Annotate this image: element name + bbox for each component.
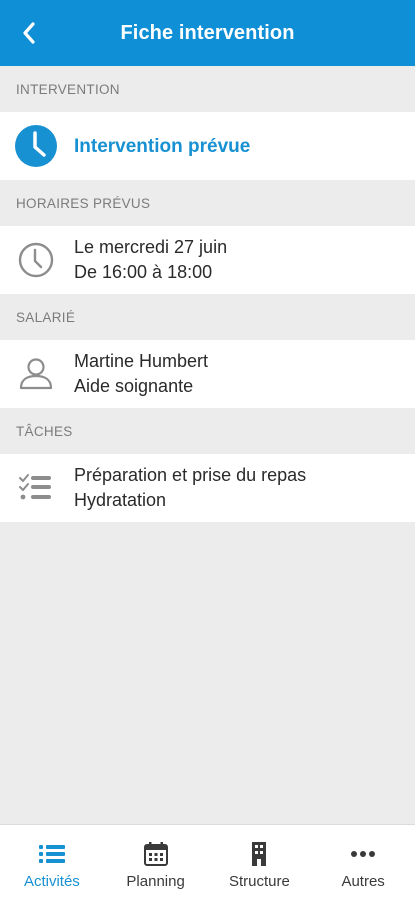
employee-role: Aide soignante [74, 376, 194, 396]
schedule-row: Le mercredi 27 juin De 16:00 à 18:00 [0, 226, 415, 294]
tasks-row: Préparation et prise du repas Hydratatio… [0, 454, 415, 522]
intervention-status-row: Intervention prévue [0, 112, 415, 180]
clock-outline-icon [14, 238, 58, 282]
chevron-left-icon [23, 22, 35, 44]
section-label-horaires: HORAIRES PRÉVUS [0, 180, 415, 226]
schedule-text: Le mercredi 27 juin De 16:00 à 18:00 [74, 235, 227, 285]
list-icon [38, 841, 65, 867]
employee-row: Martine Humbert Aide soignante [0, 340, 415, 408]
clock-filled-icon [14, 124, 58, 168]
task-item: Préparation et prise du repas [74, 465, 307, 485]
bottom-tab-bar: Activités Planning Structure Autres [0, 824, 415, 900]
building-icon [250, 841, 268, 867]
schedule-time: De 16:00 à 18:00 [74, 262, 213, 282]
calendar-icon [143, 841, 168, 867]
tab-planning[interactable]: Planning [104, 825, 208, 900]
section-label-intervention: INTERVENTION [0, 66, 415, 112]
employee-name: Martine Humbert [74, 351, 209, 371]
page-title: Fiche intervention [120, 21, 295, 44]
task-item: Hydratation [74, 490, 167, 510]
tab-label: Structure [228, 873, 290, 890]
top-bar: Fiche intervention [0, 0, 415, 66]
more-icon [350, 841, 376, 867]
tab-label: Activités [23, 873, 80, 890]
tab-autres[interactable]: Autres [311, 825, 415, 900]
tab-activites[interactable]: Activités [0, 825, 104, 900]
schedule-date: Le mercredi 27 juin [74, 237, 228, 257]
checklist-icon [14, 466, 58, 510]
tasks-text: Préparation et prise du repas Hydratatio… [74, 463, 306, 513]
employee-text: Martine Humbert Aide soignante [74, 349, 208, 399]
section-label-taches: TÂCHES [0, 408, 415, 454]
user-icon [14, 352, 58, 396]
intervention-status: Intervention prévue [74, 135, 251, 157]
tab-structure[interactable]: Structure [208, 825, 312, 900]
tab-label: Planning [126, 873, 185, 890]
back-button[interactable] [10, 14, 48, 52]
section-label-salarie: SALARIÉ [0, 294, 415, 340]
tab-label: Autres [341, 873, 385, 890]
